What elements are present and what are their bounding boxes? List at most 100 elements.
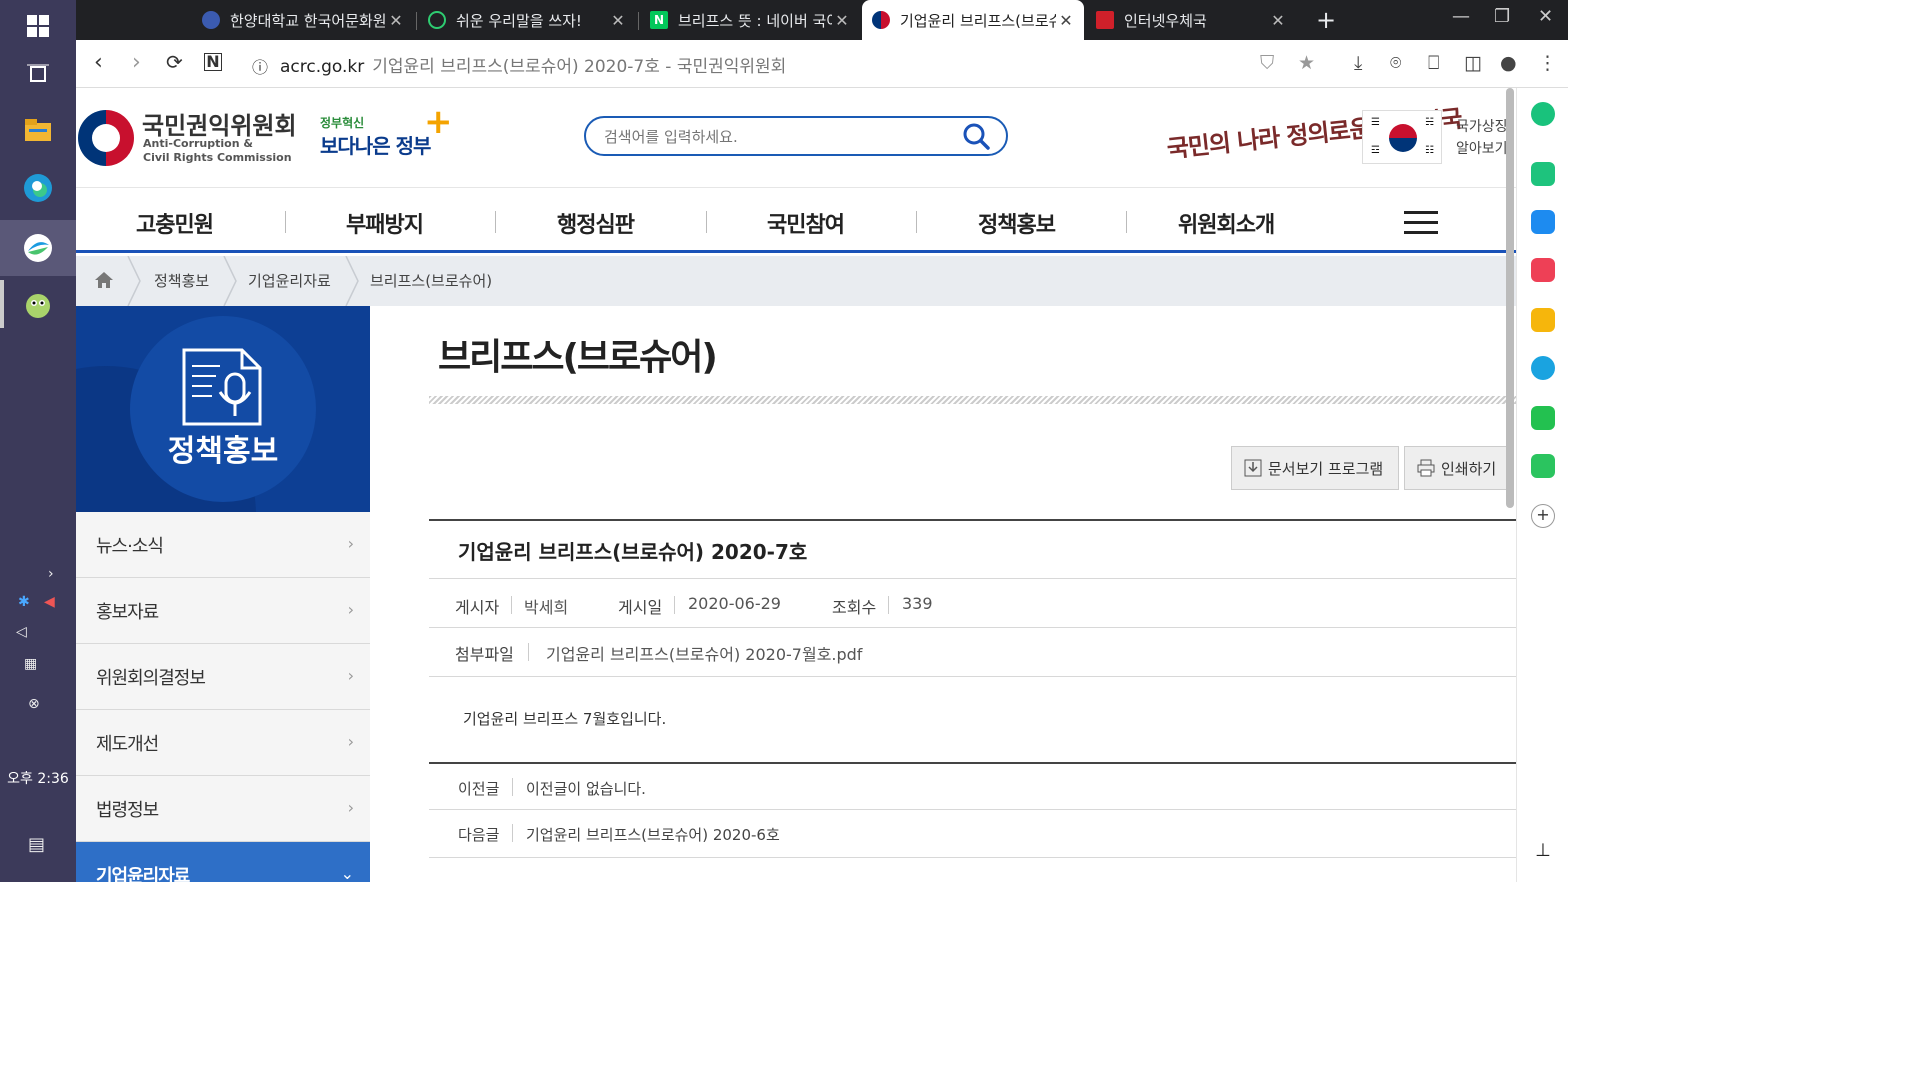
lnb-item-ethics-data[interactable]: 기업윤리자료 ⌄ — [76, 842, 370, 882]
lnb-item-news[interactable]: 뉴스·소식 › — [76, 512, 370, 578]
url-page-title: 기업윤리 브리프스(브로슈어) 2020-7호 - 국민권익위원회 — [372, 57, 787, 77]
split-view-icon[interactable]: ◫ — [1464, 52, 1482, 74]
gnb-anti-corruption[interactable]: 부패방지 — [346, 207, 424, 239]
taegukgi-flag-icon[interactable]: ☰ ☵ ☲ ☷ — [1362, 110, 1442, 164]
windows-start-icon[interactable] — [0, 0, 76, 52]
prev-label: 이전글 — [458, 780, 500, 798]
page-scrollbar[interactable] — [1506, 88, 1514, 508]
sidebar-add-icon[interactable]: + — [1531, 504, 1555, 528]
breadcrumb-brochure[interactable]: 브리프스(브로슈어) — [370, 270, 492, 291]
bluetooth-icon[interactable]: ✱ — [18, 594, 30, 610]
search-icon[interactable] — [962, 122, 990, 150]
search-input[interactable] — [604, 126, 944, 148]
sidebar-chat-icon[interactable] — [1531, 162, 1555, 186]
tab-close-icon[interactable]: ✕ — [608, 11, 628, 30]
doc-viewer-button[interactable]: 문서보기 프로그램 — [1231, 446, 1399, 490]
tab-close-icon[interactable]: ✕ — [1056, 11, 1076, 30]
attachment-link[interactable]: 기업윤리 브리프스(브로슈어) 2020-7월호.pdf — [546, 641, 862, 665]
lnb-item-system-improvement[interactable]: 제도개선 › — [76, 710, 370, 776]
forward-icon[interactable]: › — [132, 50, 141, 75]
active-browser-icon[interactable] — [0, 220, 76, 276]
keyboard-icon[interactable]: ▦ — [24, 656, 37, 672]
print-button[interactable]: 인쇄하기 — [1404, 446, 1510, 490]
task-view-icon[interactable] — [0, 48, 76, 100]
restore-icon[interactable]: ❐ — [1494, 6, 1510, 27]
lnb-header: 정책홍보 — [76, 306, 370, 512]
org-name-ko[interactable]: 국민권익위원회 — [142, 106, 297, 141]
acrc-logo-icon[interactable] — [78, 110, 134, 166]
camera-icon[interactable]: ⌾ — [1390, 52, 1401, 74]
sidebar-calendar-icon[interactable] — [1531, 210, 1555, 234]
gnb-administrative-appeals[interactable]: 행정심판 — [557, 207, 635, 239]
chevron-right-icon[interactable]: › — [48, 566, 54, 582]
speaker-icon[interactable]: ◀ — [44, 594, 55, 610]
lnb-item-legal-info[interactable]: 법령정보 › — [76, 776, 370, 842]
shield-icon[interactable]: ⛉ — [1260, 52, 1274, 74]
lnb-item-label: 뉴스·소식 — [96, 536, 164, 557]
breadcrumb-policy-pr[interactable]: 정책홍보 — [154, 270, 209, 291]
reader-icon[interactable]: ⎕ — [1428, 52, 1439, 74]
star-icon[interactable]: ★ — [1298, 52, 1315, 74]
lnb-title: 정책홍보 — [167, 434, 279, 469]
sidebar-app-icon[interactable] — [1531, 102, 1555, 126]
national-symbol-line2[interactable]: 알아보기 — [1456, 138, 1508, 158]
lnb-item-label: 제도개선 — [96, 734, 159, 755]
tab-close-icon[interactable]: ✕ — [1268, 11, 1288, 30]
game-app-icon[interactable] — [0, 280, 76, 332]
breadcrumb-separator-icon — [345, 256, 359, 306]
minimize-icon[interactable]: — — [1452, 6, 1470, 27]
back-icon[interactable]: ‹ — [94, 50, 103, 75]
gnb-participation[interactable]: 국민참여 — [767, 207, 845, 239]
sidebar-pin-icon[interactable]: ⊥ — [1531, 840, 1555, 864]
site-info-icon[interactable]: ⓘ — [252, 54, 268, 78]
acrc-favicon-icon — [872, 11, 890, 29]
close-circle-icon[interactable]: ⊗ — [28, 696, 40, 712]
hamburger-menu-icon[interactable] — [1404, 211, 1438, 235]
reload-icon[interactable]: ⟳ — [166, 50, 183, 74]
chevron-right-icon: › — [347, 732, 354, 751]
address-bar: ‹ › ⟳ N ⓘ acrc.go.kr 기업윤리 브리프스(브로슈어) 2020… — [76, 40, 1568, 88]
sidebar-webtoon-icon[interactable] — [1531, 454, 1555, 478]
gnb-about[interactable]: 위원회소개 — [1178, 207, 1275, 239]
edge-browser-icon[interactable] — [0, 162, 76, 214]
gnb-complaints[interactable]: 고충민원 — [136, 207, 214, 239]
url-field[interactable]: acrc.go.kr 기업윤리 브리프스(브로슈어) 2020-7호 - 국민권익… — [280, 52, 786, 77]
post-body: 기업윤리 브리프스 7월호입니다. — [463, 710, 667, 728]
home-icon[interactable] — [94, 270, 114, 290]
search-box — [584, 116, 1008, 156]
notification-icon[interactable]: ▤ — [28, 834, 45, 855]
tab-title: 쉬운 우리말을 쓰자! — [456, 11, 582, 30]
sidebar-star-icon[interactable] — [1531, 308, 1555, 332]
breadcrumb-separator-icon — [127, 256, 141, 306]
next-link[interactable]: 기업윤리 브리프스(브로슈어) 2020-6호 — [526, 824, 780, 845]
national-symbol-line1[interactable]: 국가상징 — [1456, 116, 1508, 136]
close-window-icon[interactable]: ✕ — [1538, 6, 1553, 27]
tab-hanyang[interactable]: 한양대학교 한국어문화원 ✕ — [192, 0, 414, 40]
author-label: 게시자 — [455, 598, 500, 617]
breadcrumb-ethics-data[interactable]: 기업윤리자료 — [248, 270, 331, 291]
tab-easy-korean[interactable]: 쉬운 우리말을 쓰자! ✕ — [418, 0, 636, 40]
tab-close-icon[interactable]: ✕ — [386, 11, 406, 30]
lnb-item-label: 기업윤리자료 — [96, 866, 190, 882]
sidebar-line-icon[interactable] — [1531, 406, 1555, 430]
clock[interactable]: 오후 2:36 — [0, 768, 76, 788]
tab-title: 브리프스 뜻 : 네이버 국어사전 — [678, 11, 832, 30]
file-explorer-icon[interactable] — [0, 104, 76, 156]
naver-n-icon[interactable]: N — [204, 53, 222, 71]
new-tab-button[interactable]: + — [1316, 6, 1336, 34]
tab-internet-post[interactable]: 인터넷우체국 ✕ — [1086, 0, 1296, 40]
gnb-policy-pr[interactable]: 정책홍보 — [978, 207, 1056, 239]
sidebar-edge-icon[interactable] — [1531, 356, 1555, 380]
sidebar-pocket-icon[interactable] — [1531, 258, 1555, 282]
profile-icon[interactable]: ● — [1500, 52, 1517, 74]
tab-acrc-active[interactable]: 기업윤리 브리프스(브로슈어) ✕ — [862, 0, 1084, 40]
lnb-item-decisions[interactable]: 위원회의결정보 › — [76, 644, 370, 710]
lnb-item-pr-materials[interactable]: 홍보자료 › — [76, 578, 370, 644]
gov-innovation-big[interactable]: 보다나은 정부 — [320, 130, 431, 159]
download-icon[interactable]: ⤓ — [1354, 52, 1362, 74]
tab-naver-dictionary[interactable]: N 브리프스 뜻 : 네이버 국어사전 ✕ — [640, 0, 860, 40]
volume-icon[interactable]: ◁ — [16, 624, 27, 640]
next-label: 다음글 — [458, 826, 500, 844]
menu-dots-icon[interactable]: ⋮ — [1538, 52, 1557, 74]
tab-close-icon[interactable]: ✕ — [832, 11, 852, 30]
